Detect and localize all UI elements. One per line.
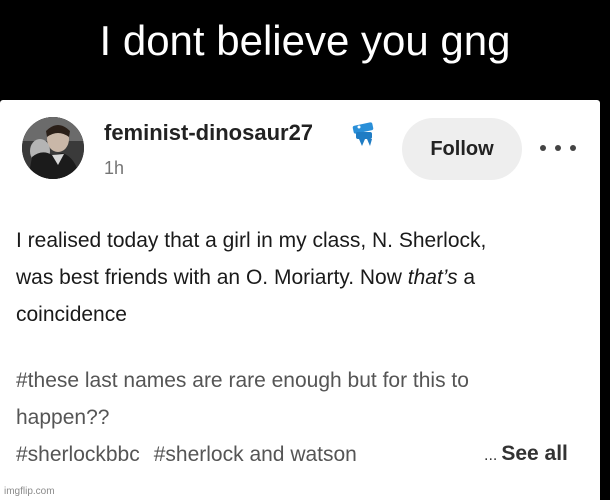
more-dot: [555, 145, 561, 151]
post-timestamp: 1h: [104, 158, 125, 178]
see-all-button[interactable]: ... See all: [484, 442, 568, 466]
tag-link-continuation[interactable]: happen??: [16, 399, 109, 436]
post-body-text: a: [457, 266, 476, 289]
post-body-line: I realised today that a girl in my class…: [16, 229, 487, 252]
blue-badge-icon: [350, 120, 378, 148]
see-all-ellipsis: ...: [484, 447, 498, 464]
imgflip-watermark: imgflip.com: [4, 486, 55, 497]
post-card: feminist-dinosaur27 1h Follow I realised…: [0, 100, 600, 500]
tag-link[interactable]: #sherlockbbc: [16, 436, 140, 473]
post-body-emphasis: that’s: [407, 266, 458, 289]
more-dot: [570, 145, 576, 151]
post-body-text: was best friends with an O. Moriarty. No…: [16, 266, 408, 289]
avatar[interactable]: [22, 117, 84, 179]
tag-link[interactable]: #sherlock and watson: [154, 436, 357, 473]
meme-caption: I dont believe you gng: [99, 17, 511, 64]
post-body: I realised today that a girl in my class…: [16, 222, 596, 333]
more-dot: [540, 145, 546, 151]
tag-link[interactable]: #these last names are rare enough but fo…: [16, 362, 469, 399]
more-horizontal-icon[interactable]: [540, 138, 576, 158]
post-tags: #these last names are rare enough but fo…: [16, 362, 486, 473]
follow-button[interactable]: Follow: [402, 118, 522, 180]
post-body-line: coincidence: [16, 303, 127, 326]
post-body-line: was best friends with an O. Moriarty. No…: [16, 259, 596, 296]
avatar-image: [22, 117, 84, 179]
username[interactable]: feminist-dinosaur27: [104, 120, 313, 146]
see-all-label: See all: [501, 442, 568, 465]
